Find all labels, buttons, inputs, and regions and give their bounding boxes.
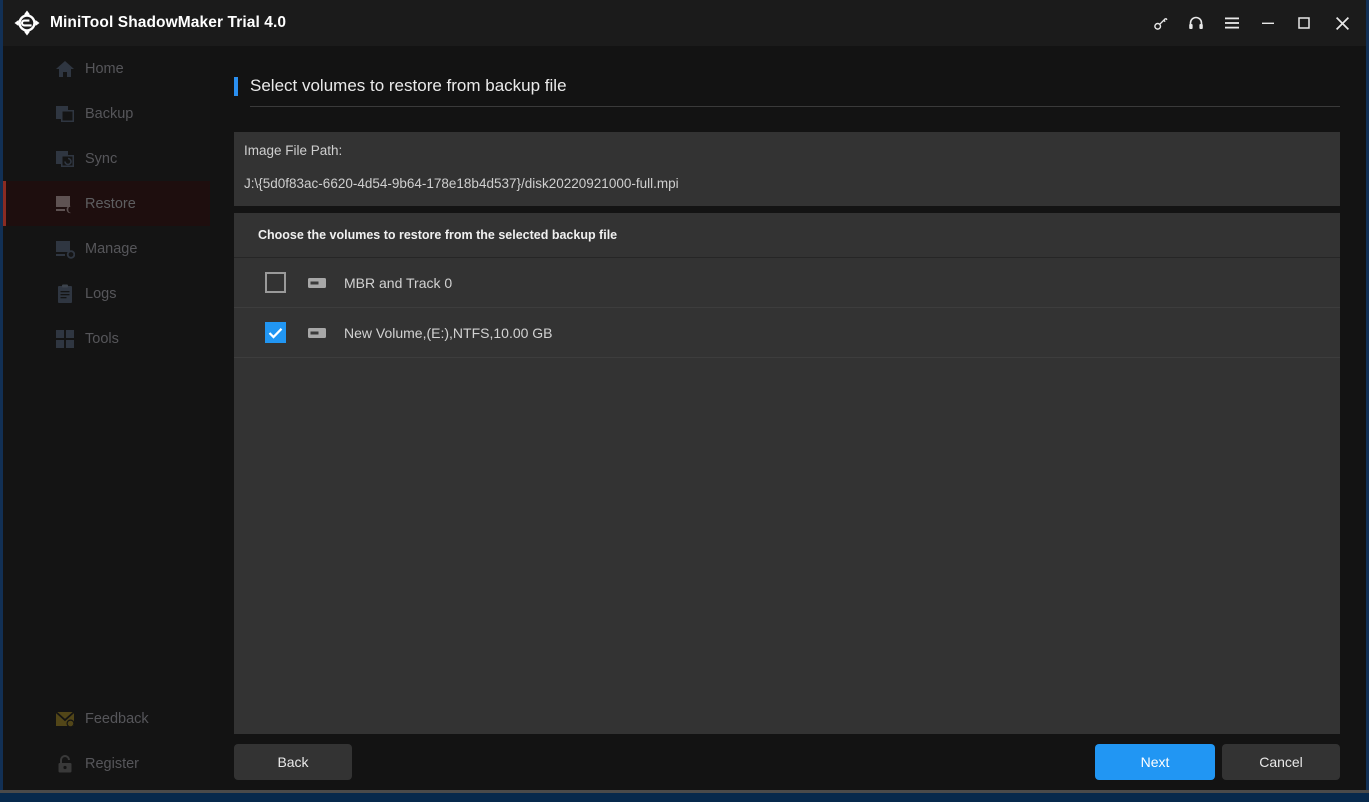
footer-actions: Back Next Cancel [234,744,1340,780]
sidebar: Home Backup Sync Restore Manage Logs Too… [3,46,210,790]
sidebar-item-sync[interactable]: Sync [3,136,210,181]
sidebar-item-restore[interactable]: Restore [3,181,210,226]
drive-icon [308,327,326,338]
sidebar-item-register[interactable]: Register [3,741,210,786]
image-file-path-panel: Image File Path: J:\{5d0f83ac-6620-4d54-… [234,132,1340,206]
lock-icon [58,754,72,772]
title-divider [250,106,1340,107]
back-button[interactable]: Back [234,744,352,780]
drive-icon [308,277,326,288]
application-window: MiniTool ShadowMaker Trial 4.0 Home Back… [0,0,1369,790]
sidebar-item-label: Backup [85,105,134,122]
image-file-path-value[interactable]: J:\{5d0f83ac-6620-4d54-9b64-178e18b4d537… [244,176,679,191]
table-row[interactable]: New Volume,(E:),NTFS,10.00 GB [234,308,1340,358]
page-title: Select volumes to restore from backup fi… [250,76,567,95]
volume-list-empty-area [234,358,1340,734]
volume-label: MBR and Track 0 [344,274,453,291]
page-title-row: Select volumes to restore from backup fi… [234,76,1340,106]
sidebar-item-manage[interactable]: Manage [3,226,210,271]
sidebar-item-label: Sync [85,150,118,167]
envelope-icon [55,710,75,728]
minimize-icon[interactable] [1250,0,1286,46]
volume-list-panel: Choose the volumes to restore from the s… [234,213,1340,734]
headset-icon[interactable] [1178,0,1214,46]
volume-list-header: Choose the volumes to restore from the s… [234,213,1340,258]
checkmark-icon [268,327,283,339]
volume-label: New Volume,(E:),NTFS,10.00 GB [344,324,553,341]
sidebar-item-label: Logs [85,285,117,302]
backup-icon [56,105,74,122]
title-accent-bar [234,76,238,96]
table-row[interactable]: MBR and Track 0 [234,258,1340,308]
desktop-taskbar-strip [0,793,1369,802]
key-icon[interactable] [1142,0,1178,46]
cancel-button[interactable]: Cancel [1222,744,1340,780]
home-icon [56,60,74,77]
next-button[interactable]: Next [1095,744,1215,780]
restore-icon [56,195,71,213]
close-icon[interactable] [1322,0,1362,46]
image-file-path-label: Image File Path: [244,143,343,158]
sidebar-item-label: Restore [85,195,136,212]
logs-icon [58,284,72,303]
sidebar-item-backup[interactable]: Backup [3,91,210,136]
main-content: Select volumes to restore from backup fi… [210,46,1366,790]
title-bar: MiniTool ShadowMaker Trial 4.0 [3,0,1366,46]
sidebar-item-feedback[interactable]: Feedback [3,696,210,741]
sidebar-bottom-nav: Feedback Register [3,696,210,786]
menu-icon[interactable] [1214,0,1250,46]
sidebar-item-tools[interactable]: Tools [3,316,210,361]
page-header: Select volumes to restore from backup fi… [234,76,1340,107]
sidebar-item-label: Manage [85,240,138,257]
app-logo-icon [14,10,40,36]
sidebar-item-label: Feedback [85,710,149,727]
sidebar-item-home[interactable]: Home [3,46,210,91]
sidebar-item-label: Tools [85,330,119,347]
sidebar-item-label: Register [85,755,139,772]
tools-icon [56,329,74,348]
sidebar-nav: Home Backup Sync Restore Manage Logs Too… [3,46,210,361]
window-controls [1142,0,1366,46]
sync-icon [56,150,74,167]
sidebar-item-logs[interactable]: Logs [3,271,210,316]
maximize-icon[interactable] [1286,0,1322,46]
volume-checkbox[interactable] [265,322,286,343]
sidebar-item-label: Home [85,60,124,77]
manage-icon [56,240,75,259]
app-title: MiniTool ShadowMaker Trial 4.0 [50,14,287,31]
volume-checkbox[interactable] [265,272,286,293]
